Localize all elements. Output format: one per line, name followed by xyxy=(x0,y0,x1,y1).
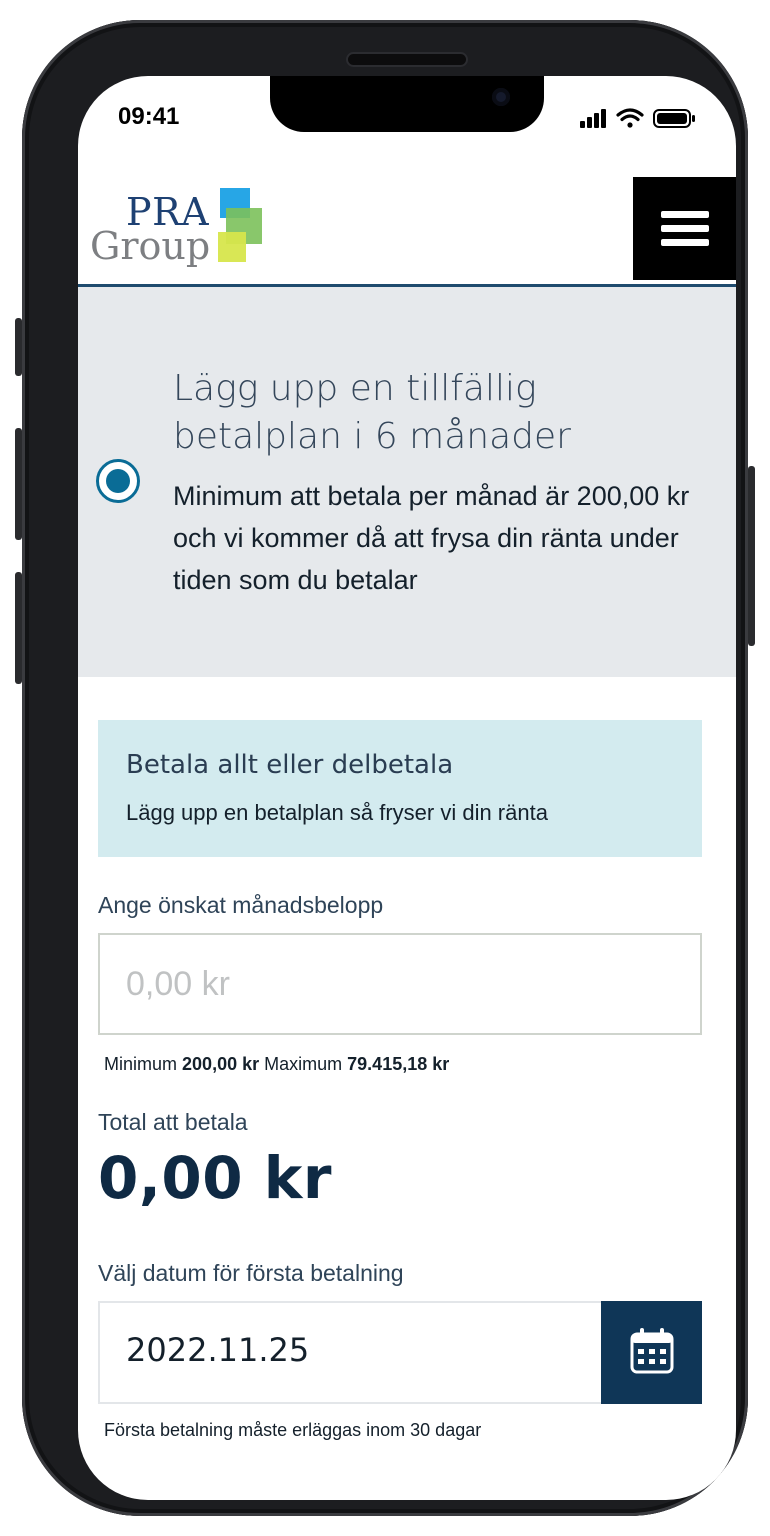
max-label: Maximum xyxy=(264,1054,343,1074)
pra-group-logo[interactable]: PRA Group xyxy=(90,186,290,268)
plan-description-line: Minimum att betala per månad är 200,00 k… xyxy=(173,481,690,511)
plan-description-line: och vi kommer då att frysa din ränta und… xyxy=(173,523,679,553)
earpiece-speaker xyxy=(348,54,466,65)
info-box: Betala allt eller delbetala Lägg upp en … xyxy=(98,720,702,857)
notch xyxy=(270,76,544,132)
info-box-subtitle: Lägg upp en betalplan så fryser vi din r… xyxy=(126,800,548,825)
plan-description-line: tiden som du betalar xyxy=(173,565,418,595)
amount-label: Ange önskat månadsbelopp xyxy=(98,892,384,918)
first-payment-label: Välj datum för första betalning xyxy=(98,1260,404,1286)
logo-text-group: Group xyxy=(90,224,211,268)
front-camera xyxy=(492,88,510,106)
total-label: Total att betala xyxy=(98,1109,248,1135)
menu-button[interactable] xyxy=(633,177,736,280)
min-value: 200,00 kr xyxy=(182,1054,260,1074)
first-payment-note: Första betalning måste erläggas inom 30 … xyxy=(104,1420,482,1440)
volume-up-button xyxy=(15,428,22,540)
wifi-icon xyxy=(616,108,644,128)
status-time: 09:41 xyxy=(118,103,180,130)
plan-option-description: Minimum att betala per månad är 200,00 k… xyxy=(173,475,736,601)
monthly-amount-input[interactable] xyxy=(98,933,702,1035)
max-value: 79.415,18 kr xyxy=(347,1054,450,1074)
screen: 09:41 PRA Group Lägg upp en tillfällig b… xyxy=(78,76,736,1500)
total-value: 0,00 kr xyxy=(98,1144,332,1212)
status-icons xyxy=(578,106,698,130)
calendar-button[interactable] xyxy=(601,1301,702,1404)
signal-icon xyxy=(580,109,606,128)
plan-option-title: Lägg upp en tillfällig betalplan i 6 mån… xyxy=(173,368,571,457)
plan-option-radio[interactable] xyxy=(96,459,140,503)
amount-limits: Minimum 200,00 kr Maximum 79.415,18 kr xyxy=(104,1054,449,1075)
first-payment-date-value: 2022.11.25 xyxy=(126,1331,310,1369)
phone-frame: 09:41 PRA Group Lägg upp en tillfällig b… xyxy=(15,20,755,1516)
volume-down-button xyxy=(15,572,22,684)
first-payment-date-field[interactable]: 2022.11.25 xyxy=(98,1301,702,1404)
info-box-title: Betala allt eller delbetala xyxy=(126,750,454,780)
plan-option-panel[interactable]: Lägg upp en tillfällig betalplan i 6 mån… xyxy=(78,287,736,677)
min-label: Minimum xyxy=(104,1054,178,1074)
site-header: PRA Group xyxy=(78,176,736,287)
calendar-icon xyxy=(630,1328,674,1374)
battery-icon xyxy=(653,109,695,128)
radio-selected-dot xyxy=(106,469,130,493)
power-button xyxy=(748,466,755,646)
mute-switch xyxy=(15,318,22,376)
logo-square-yellow xyxy=(218,232,246,262)
